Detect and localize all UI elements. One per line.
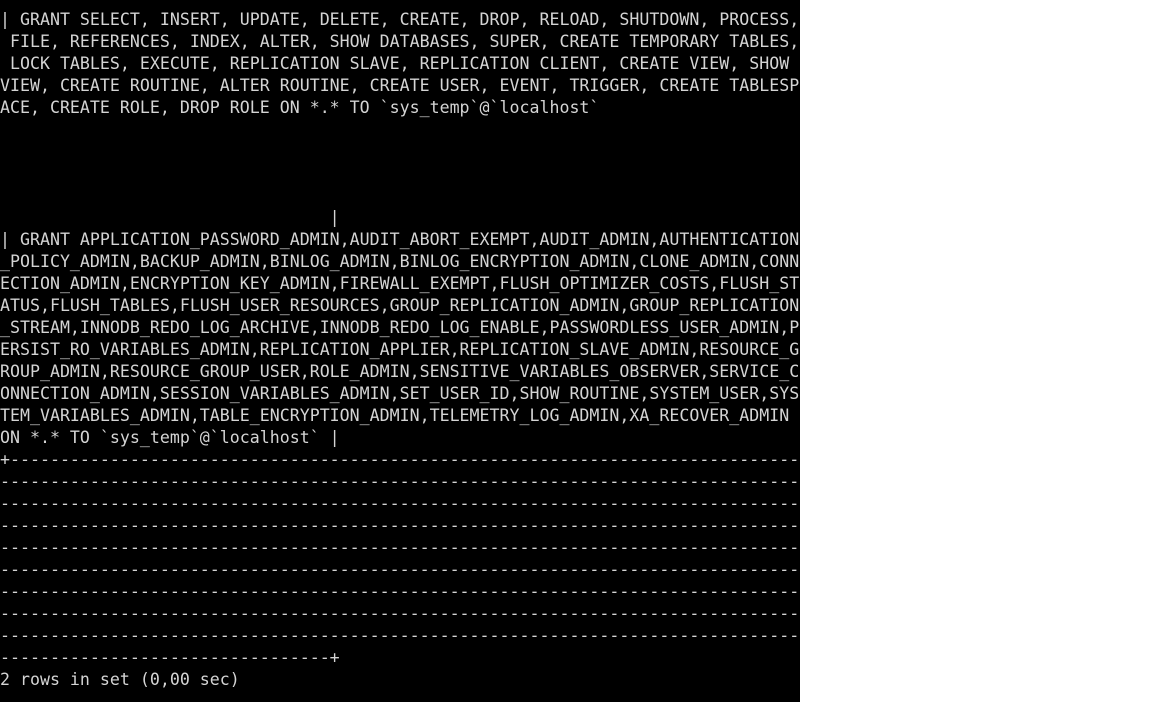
table-border-line: +---------------------------------------…: [0, 450, 800, 469]
table-border-line: ----------------------------------------…: [0, 604, 800, 623]
result-summary: 2 rows in set (0,00 sec): [0, 670, 240, 689]
terminal-window[interactable]: | GRANT SELECT, INSERT, UPDATE, DELETE, …: [0, 0, 800, 702]
table-border-line: ----------------------------------------…: [0, 516, 800, 535]
output-line: ON *.* TO `sys_temp`@`localhost` |: [0, 428, 340, 447]
output-line: ONNECTION_ADMIN,SESSION_VARIABLES_ADMIN,…: [0, 384, 800, 403]
output-line: |: [0, 208, 340, 227]
table-border-line: ----------------------------------------…: [0, 538, 800, 557]
table-border-line: ----------------------------------------…: [0, 494, 800, 513]
output-line: ERSIST_RO_VARIABLES_ADMIN,REPLICATION_AP…: [0, 340, 800, 359]
output-line: _STREAM,INNODB_REDO_LOG_ARCHIVE,INNODB_R…: [0, 318, 800, 337]
table-border-line: ----------------------------------------…: [0, 560, 800, 579]
output-line: TEM_VARIABLES_ADMIN,TABLE_ENCRYPTION_ADM…: [0, 406, 790, 425]
table-border-line: ----------------------------------------…: [0, 472, 800, 491]
output-line: | GRANT APPLICATION_PASSWORD_ADMIN,AUDIT…: [0, 230, 800, 249]
table-border-line: ----------------------------------------…: [0, 626, 800, 645]
output-line: _POLICY_ADMIN,BACKUP_ADMIN,BINLOG_ADMIN,…: [0, 252, 800, 271]
table-border-line: ----------------------------------------…: [0, 582, 800, 601]
output-line: ROUP_ADMIN,RESOURCE_GROUP_USER,ROLE_ADMI…: [0, 362, 800, 381]
output-line: ATUS,FLUSH_TABLES,FLUSH_USER_RESOURCES,G…: [0, 296, 800, 315]
table-border-line: ---------------------------------+: [0, 648, 340, 667]
output-line: LOCK TABLES, EXECUTE, REPLICATION SLAVE,…: [0, 54, 790, 73]
output-line: ECTION_ADMIN,ENCRYPTION_KEY_ADMIN,FIREWA…: [0, 274, 800, 293]
blank-background: [800, 0, 1152, 702]
output-line: | GRANT SELECT, INSERT, UPDATE, DELETE, …: [0, 10, 800, 29]
output-line: ACE, CREATE ROLE, DROP ROLE ON *.* TO `s…: [0, 98, 600, 117]
output-line: VIEW, CREATE ROUTINE, ALTER ROUTINE, CRE…: [0, 76, 800, 95]
output-line: FILE, REFERENCES, INDEX, ALTER, SHOW DAT…: [0, 32, 800, 51]
